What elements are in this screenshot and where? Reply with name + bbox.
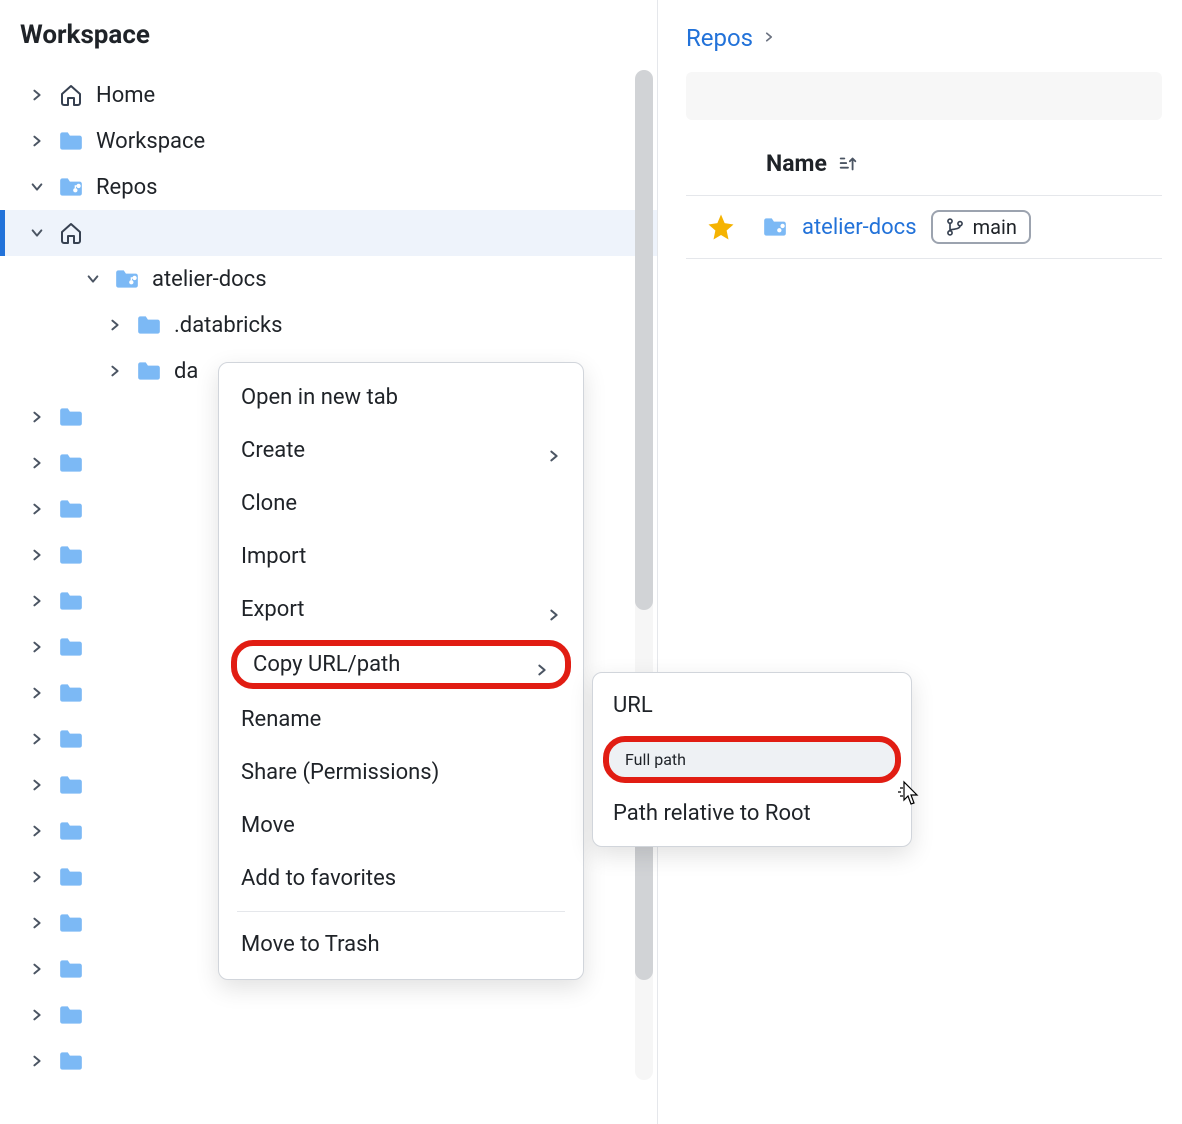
- main-content: Repos Name atelier-docs main: [658, 0, 1182, 1124]
- chevron-right-icon: [28, 868, 46, 886]
- folder-icon: [58, 1048, 84, 1074]
- chevron-right-icon: [28, 776, 46, 794]
- tree-label: .databricks: [174, 313, 283, 338]
- folder-icon: [58, 588, 84, 614]
- chevron-right-icon: [28, 638, 46, 656]
- context-menu: Open in new tab Create Clone Import Expo…: [218, 362, 584, 980]
- chevron-right-icon: [535, 658, 549, 672]
- folder-icon: [136, 358, 162, 384]
- folder-icon: [58, 818, 84, 844]
- sidebar-title: Workspace: [0, 0, 657, 72]
- chevron-right-icon: [763, 24, 775, 52]
- chevron-right-icon: [28, 500, 46, 518]
- folder-icon: [58, 772, 84, 798]
- chevron-right-icon: [28, 1052, 46, 1070]
- repo-folder-icon: [762, 214, 788, 240]
- chevron-right-icon: [28, 86, 46, 104]
- tree-workspace[interactable]: Workspace: [0, 118, 657, 164]
- folder-icon: [58, 128, 84, 154]
- chevron-right-icon: [28, 914, 46, 932]
- submenu-path-relative[interactable]: Path relative to Root: [593, 787, 911, 840]
- submenu-url[interactable]: URL: [593, 679, 911, 732]
- chevron-right-icon: [28, 684, 46, 702]
- breadcrumb: Repos: [686, 24, 1182, 72]
- chevron-right-icon: [28, 454, 46, 472]
- star-icon[interactable]: [706, 212, 736, 242]
- chevron-right-icon: [28, 132, 46, 150]
- cursor-pointer-icon: [896, 780, 922, 810]
- chevron-right-icon: [28, 592, 46, 610]
- menu-export[interactable]: Export: [219, 583, 583, 636]
- chevron-right-icon: [28, 546, 46, 564]
- folder-icon: [58, 680, 84, 706]
- chevron-right-icon: [28, 822, 46, 840]
- tree-label: Home: [96, 83, 155, 108]
- folder-icon: [58, 450, 84, 476]
- folder-icon: [58, 726, 84, 752]
- sort-ascending-icon: [837, 153, 859, 175]
- menu-separator: [237, 911, 565, 912]
- table-row[interactable]: atelier-docs main: [686, 196, 1162, 259]
- folder-icon: [136, 312, 162, 338]
- folder-icon: [58, 634, 84, 660]
- folder-icon: [58, 542, 84, 568]
- folder-icon: [58, 496, 84, 522]
- menu-move-trash[interactable]: Move to Trash: [219, 918, 583, 971]
- tree-atelier-docs[interactable]: atelier-docs: [0, 256, 657, 302]
- tree-label: atelier-docs: [152, 267, 267, 292]
- tree-item[interactable]: [0, 992, 657, 1038]
- chevron-right-icon: [547, 444, 561, 458]
- menu-clone[interactable]: Clone: [219, 477, 583, 530]
- chevron-right-icon: [106, 362, 124, 380]
- branch-button[interactable]: main: [931, 210, 1031, 244]
- repo-folder-icon: [114, 266, 140, 292]
- chevron-down-icon: [28, 178, 46, 196]
- chevron-down-icon: [28, 224, 46, 242]
- repo-link[interactable]: atelier-docs: [802, 215, 917, 240]
- menu-create[interactable]: Create: [219, 424, 583, 477]
- table-header[interactable]: Name: [686, 150, 1162, 196]
- chevron-down-icon: [84, 270, 102, 288]
- tree-repos[interactable]: Repos: [0, 164, 657, 210]
- chevron-right-icon: [28, 960, 46, 978]
- menu-copy-url-path[interactable]: Copy URL/path: [231, 640, 571, 689]
- submenu-copy-url-path: URL Full path Path relative to Root: [592, 672, 912, 847]
- chevron-right-icon: [547, 603, 561, 617]
- repo-folder-icon: [58, 174, 84, 200]
- tree-label: Repos: [96, 175, 157, 200]
- tree-item[interactable]: [0, 1038, 657, 1084]
- folder-icon: [58, 864, 84, 890]
- submenu-full-path[interactable]: Full path: [603, 736, 901, 783]
- home-icon: [58, 220, 84, 246]
- folder-icon: [58, 404, 84, 430]
- menu-import[interactable]: Import: [219, 530, 583, 583]
- menu-add-favorites[interactable]: Add to favorites: [219, 852, 583, 905]
- chevron-right-icon: [106, 316, 124, 334]
- menu-open-new-tab[interactable]: Open in new tab: [219, 371, 583, 424]
- breadcrumb-link[interactable]: Repos: [686, 24, 753, 52]
- chevron-right-icon: [28, 730, 46, 748]
- tree-label: Workspace: [96, 129, 205, 154]
- chevron-right-icon: [28, 1006, 46, 1024]
- tree-label: da: [174, 359, 198, 384]
- redacted-bar: [686, 72, 1162, 120]
- menu-share[interactable]: Share (Permissions): [219, 746, 583, 799]
- chevron-right-icon: [28, 408, 46, 426]
- column-name: Name: [766, 150, 827, 177]
- scrollbar-thumb[interactable]: [635, 70, 653, 610]
- folder-icon: [58, 956, 84, 982]
- menu-rename[interactable]: Rename: [219, 693, 583, 746]
- home-icon: [58, 82, 84, 108]
- menu-move[interactable]: Move: [219, 799, 583, 852]
- git-branch-icon: [945, 217, 965, 237]
- folder-icon: [58, 910, 84, 936]
- branch-label: main: [973, 215, 1017, 239]
- folder-icon: [58, 1002, 84, 1028]
- tree-databricks[interactable]: .databricks: [0, 302, 657, 348]
- tree-home[interactable]: Home: [0, 72, 657, 118]
- tree-user-home[interactable]: [0, 210, 657, 256]
